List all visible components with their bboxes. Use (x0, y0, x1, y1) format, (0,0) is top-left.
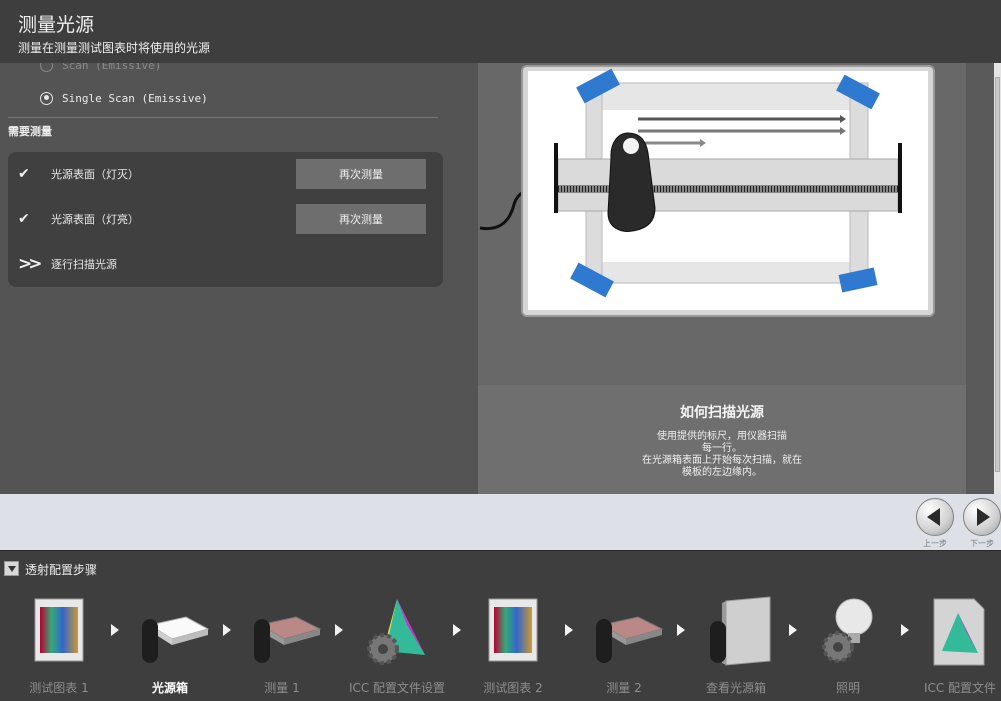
scan-illustration (478, 63, 966, 385)
radio-checked[interactable] (40, 91, 53, 105)
measurement-row: ✔ 光源表面（灯灭） 再次测量 (18, 159, 433, 189)
back-label: 上一步 (923, 539, 947, 548)
measurement-list: ✔ 光源表面（灯灭） 再次测量 ✔ 光源表面（灯亮） 再次测量 >> 逐行扫描光… (8, 152, 443, 287)
test-chart-icon (488, 598, 538, 662)
page-subtitle: 测量在测量测试图表时将使用的光源 (18, 41, 211, 55)
view-light-box-icon (710, 596, 771, 666)
step-test-chart-1[interactable]: 测试图表 1 (4, 589, 114, 699)
step-light-box[interactable]: 光源箱 (115, 589, 225, 699)
page-title: 测量光源 (18, 14, 95, 36)
collapse-toggle[interactable] (4, 561, 19, 576)
right-panel: 如何扫描光源 使用提供的标尺，用仪器扫描 每一行。 在光源箱表面上开始每次扫描，… (478, 63, 966, 494)
nav-bar: 上一步 下一步 (0, 494, 1001, 550)
header: 测量光源 测量在测量测试图表时将使用的光源 (0, 0, 1001, 63)
single-scan-option[interactable]: Single Scan (Emissive) (40, 90, 208, 106)
next-button[interactable] (963, 498, 1001, 536)
measurement-label: 逐行扫描光源 (51, 258, 117, 271)
test-chart-icon (34, 598, 84, 662)
step-label: 照明 (835, 681, 860, 695)
remeasure-button[interactable]: 再次测量 (296, 204, 426, 234)
scrollbar-thumb[interactable] (995, 77, 1000, 472)
light-box-scan-image (479, 65, 935, 317)
measurement-row-current: >> 逐行扫描光源 (18, 249, 433, 279)
howto-title: 如何扫描光源 (680, 405, 764, 421)
step-label: 测试图表 1 (29, 681, 89, 695)
triangle-down-icon (7, 565, 16, 572)
step-icc-settings[interactable]: ICC 配置文件设置 (342, 589, 452, 699)
step-label: ICC 配置文件 (923, 681, 997, 695)
step-label: 光源箱 (151, 681, 188, 695)
step-lighting[interactable]: 照明 (793, 589, 903, 699)
steps-title: 透射配置步骤 (25, 563, 98, 577)
single-scan-label: Single Scan (Emissive) (62, 91, 208, 105)
icc-profile-icon (933, 598, 985, 666)
step-label: 测量 1 (264, 681, 300, 695)
double-chevron-icon: >> (18, 254, 43, 274)
back-button[interactable] (916, 498, 954, 536)
bulb-gear-icon (822, 598, 873, 663)
step-label: 查看光源箱 (705, 681, 766, 695)
checkmark-icon: ✔ (18, 166, 30, 182)
howto-text: 使用提供的标尺，用仪器扫描 每一行。 在光源箱表面上开始每次扫描，就在 模板的左… (642, 431, 802, 478)
checkmark-icon: ✔ (18, 211, 30, 227)
howto-panel: 如何扫描光源 使用提供的标尺，用仪器扫描 每一行。 在光源箱表面上开始每次扫描，… (478, 385, 966, 494)
scan-option-label: Scan (Emissive) (62, 63, 162, 72)
step-label: 测量 2 (606, 681, 642, 695)
icc-gear-icon (367, 599, 425, 665)
measure-device-icon (254, 616, 322, 663)
scan-option-partial[interactable]: Scan (Emissive) (40, 63, 161, 73)
step-view-light-box[interactable]: 查看光源箱 (681, 589, 791, 699)
step-measure-1[interactable]: 测量 1 (227, 589, 337, 699)
measurement-label: 光源表面（灯灭） (51, 168, 139, 181)
step-measure-2[interactable]: 测量 2 (569, 589, 679, 699)
left-panel: Scan (Emissive) Single Scan (Emissive) 需… (0, 63, 478, 494)
radio-unchecked[interactable] (40, 63, 53, 72)
measurement-row: ✔ 光源表面（灯亮） 再次测量 (18, 204, 433, 234)
next-label: 下一步 (970, 539, 994, 548)
panel-gap (966, 63, 994, 494)
step-test-chart-2[interactable]: 测试图表 2 (458, 589, 568, 699)
light-box-icon (142, 616, 210, 663)
step-icc-profile[interactable]: ICC 配置文件 (905, 589, 1001, 699)
remeasure-button[interactable]: 再次测量 (296, 159, 426, 189)
divider (8, 117, 438, 118)
measure-device-icon (596, 616, 664, 663)
step-label: 测试图表 2 (483, 681, 543, 695)
scrollbar[interactable] (994, 63, 1001, 494)
arrow-right-icon (977, 508, 990, 526)
step-label: ICC 配置文件设置 (348, 681, 446, 695)
steps-bar: 透射配置步骤 测试图表 1 光源箱 测量 1 ICC 配置文件设置 测试图表 2… (0, 550, 1001, 701)
section-title: 需要测量 (8, 125, 52, 138)
measurement-label: 光源表面（灯亮） (51, 213, 139, 226)
arrow-left-icon (927, 508, 940, 526)
